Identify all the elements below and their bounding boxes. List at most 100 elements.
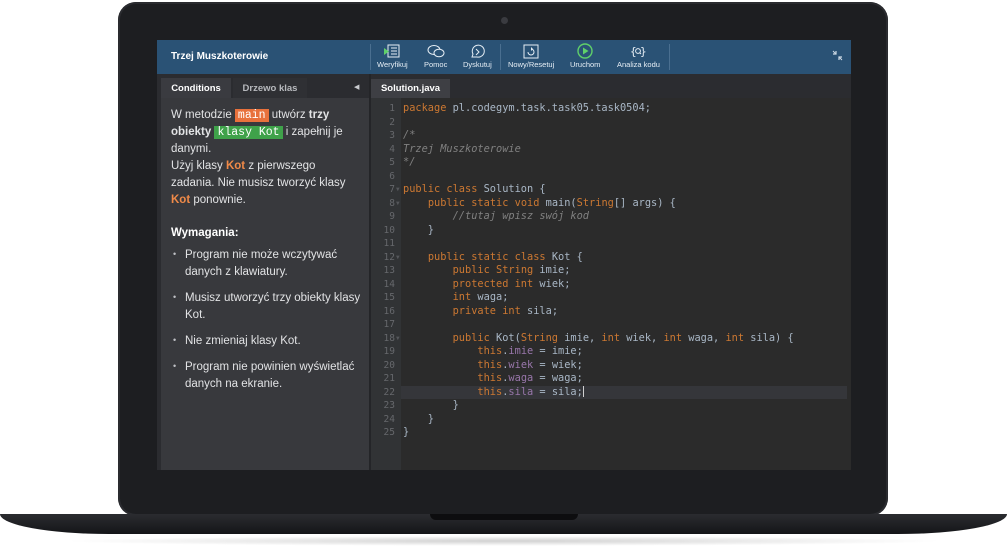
line-number: 24 bbox=[383, 413, 395, 425]
code-text: private int sila; bbox=[452, 304, 559, 317]
toolbar-separator bbox=[669, 44, 670, 70]
line-number: 15 bbox=[383, 292, 395, 303]
line-number: 13 bbox=[383, 265, 395, 276]
tab-conditions[interactable]: Conditions bbox=[161, 78, 231, 98]
requirements-title: Wymagania: bbox=[171, 227, 239, 239]
code-highlight-kot: klasy Kot bbox=[214, 126, 283, 139]
code-text: } bbox=[403, 426, 410, 438]
line-number: 2 bbox=[389, 116, 395, 128]
run-label: Uruchom bbox=[570, 60, 601, 69]
line-number: 17 bbox=[383, 319, 395, 330]
line-number: 20 bbox=[383, 359, 395, 371]
task-description: W metodzie main utwórz trzy obiekty klas… bbox=[171, 107, 361, 209]
discuss-icon bbox=[468, 43, 486, 59]
code-text: */ bbox=[403, 156, 416, 168]
laptop-shadow bbox=[60, 536, 947, 546]
conditions-panel: W metodzie main utwórz trzy obiekty klas… bbox=[161, 98, 369, 470]
toolbar-separator bbox=[370, 44, 371, 70]
code-text: this.imie = imie; bbox=[477, 345, 583, 357]
tab-solution-java[interactable]: Solution.java bbox=[371, 79, 450, 98]
discuss-button[interactable]: Dyskutuj bbox=[463, 43, 492, 71]
code-text: public class Solution { bbox=[403, 183, 546, 195]
editor-tab-bar: Solution.java bbox=[371, 74, 851, 98]
discuss-label: Dyskutuj bbox=[463, 60, 492, 69]
fold-icon[interactable]: ▼ bbox=[396, 332, 400, 346]
text: ponownie. bbox=[190, 194, 246, 206]
text: utwórz bbox=[268, 109, 309, 121]
line-number: 16 bbox=[383, 305, 395, 317]
line-number: 3 bbox=[389, 130, 395, 141]
code-text: Trzej Muszkoterowie bbox=[403, 142, 521, 155]
screen: Trzej Muszkoterowie Weryfikuj Pomoc Dysk… bbox=[157, 40, 851, 470]
toolbar-separator bbox=[500, 44, 501, 70]
code-text: public static void main(String[] args) { bbox=[427, 196, 676, 209]
reset-label: Nowy/Resetuj bbox=[508, 60, 555, 69]
line-number: 10 bbox=[383, 224, 395, 236]
line-number: 25 bbox=[383, 427, 395, 438]
class-name-kot: Kot bbox=[171, 194, 191, 206]
code-highlight-main: main bbox=[234, 109, 269, 122]
line-number: 19 bbox=[383, 346, 395, 357]
code-text: public String imie; bbox=[452, 264, 571, 276]
line-number: 21 bbox=[383, 373, 395, 384]
fold-icon[interactable]: ▼ bbox=[396, 197, 400, 211]
line-number: 22 bbox=[383, 386, 395, 398]
fold-icon[interactable]: ▼ bbox=[396, 251, 400, 265]
play-icon bbox=[576, 43, 594, 59]
line-number: 5 bbox=[389, 157, 395, 168]
line-number: 18 bbox=[383, 332, 395, 344]
laptop-notch bbox=[430, 514, 578, 520]
line-number: 9 bbox=[389, 211, 395, 222]
code-text: } bbox=[403, 412, 434, 425]
left-tab-bar: Conditions Drzewo klas ◀ bbox=[157, 74, 369, 98]
camera-icon bbox=[501, 17, 508, 24]
line-number: 14 bbox=[383, 278, 395, 290]
reset-button[interactable]: Nowy/Resetuj bbox=[508, 43, 554, 71]
requirements-list: Program nie może wczytywać danych z klaw… bbox=[171, 246, 366, 402]
collapse-icon[interactable] bbox=[832, 50, 843, 64]
code-editor[interactable]: 1 package pl.codegym.task.task05.task0504… bbox=[371, 98, 851, 470]
code-text: public Kot(String imie, int wiek, int wa… bbox=[452, 331, 794, 344]
line-number: 6 bbox=[389, 170, 395, 182]
code-analysis-label: Analiza kodu bbox=[617, 60, 660, 69]
requirement-item: Musisz utworzyć trzy obiekty klasy Kot. bbox=[171, 289, 366, 324]
line-number: 4 bbox=[389, 143, 395, 155]
svg-text:}: } bbox=[640, 45, 647, 58]
requirement-item: Nie zmieniaj klasy Kot. bbox=[171, 332, 366, 350]
reset-icon bbox=[522, 43, 540, 59]
code-text: this.sila = sila; bbox=[477, 385, 584, 398]
code-text: this.waga = waga; bbox=[477, 372, 583, 384]
help-button[interactable]: Pomoc bbox=[424, 43, 447, 71]
line-number: 23 bbox=[383, 400, 395, 411]
code-analysis-button[interactable]: {} Analiza kodu bbox=[617, 43, 660, 71]
text: W metodzie bbox=[171, 109, 235, 121]
code-analysis-icon: {} bbox=[629, 43, 647, 59]
code-text: int waga; bbox=[452, 291, 509, 303]
verify-label: Weryfikuj bbox=[377, 60, 408, 69]
code-text: package pl.codegym.task.task05.task0504; bbox=[403, 102, 651, 114]
tab-class-tree[interactable]: Drzewo klas bbox=[233, 78, 307, 98]
class-name-kot: Kot bbox=[225, 160, 246, 172]
requirement-item: Program nie może wczytywać danych z klaw… bbox=[171, 246, 366, 281]
line-number: 12 bbox=[383, 251, 395, 263]
verify-icon bbox=[383, 43, 401, 59]
line-number: 8 bbox=[389, 197, 395, 209]
fold-icon[interactable]: ▼ bbox=[396, 183, 400, 197]
code-text: protected int wiek; bbox=[452, 277, 571, 290]
code-text: /* bbox=[403, 129, 416, 141]
run-button[interactable]: Uruchom bbox=[570, 43, 600, 71]
verify-button[interactable]: Weryfikuj bbox=[377, 43, 408, 71]
line-number: 7 bbox=[389, 184, 395, 195]
top-toolbar: Trzej Muszkoterowie Weryfikuj Pomoc Dysk… bbox=[157, 40, 851, 75]
line-number: 11 bbox=[383, 238, 395, 249]
help-label: Pomoc bbox=[424, 60, 448, 69]
collapse-left-panel-icon[interactable]: ◀ bbox=[354, 83, 359, 91]
help-chat-icon bbox=[427, 43, 445, 59]
requirement-item: Program nie powinien wyświetlać danych n… bbox=[171, 358, 366, 393]
text: Użyj klasy bbox=[171, 160, 226, 172]
code-text: public static class Kot { bbox=[427, 250, 583, 263]
line-number: 1 bbox=[389, 103, 395, 114]
code-text: this.wiek = wiek; bbox=[477, 358, 583, 371]
app-title: Trzej Muszkoterowie bbox=[171, 51, 269, 62]
code-text: } bbox=[403, 223, 434, 236]
